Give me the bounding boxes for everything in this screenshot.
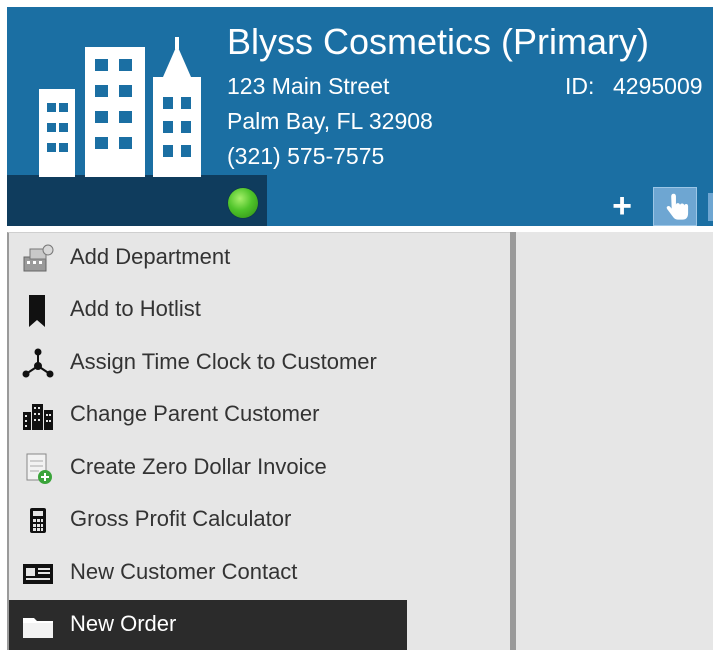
toolbar-overflow[interactable] [708, 193, 713, 221]
invoice-add-icon [26, 453, 52, 484]
menu-item-label: Gross Profit Calculator [70, 506, 292, 531]
calculator-icon [30, 508, 46, 533]
address-line-2: Palm Bay, FL 32908 [227, 108, 433, 134]
detail-panel [516, 232, 713, 650]
network-icon [22, 348, 54, 378]
menu-item-label: Change Parent Customer [70, 401, 320, 426]
customer-header: Blyss Cosmetics (Primary) 123 Main Stree… [7, 7, 713, 226]
department-icon [23, 244, 54, 272]
phone-number: (321) 575-7575 [227, 143, 385, 169]
menu-item-label: Assign Time Clock to Customer [70, 349, 377, 374]
menu-item-label: Add to Hotlist [70, 296, 201, 321]
folder-icon [23, 618, 53, 638]
menu-item-add-to-hotlist[interactable]: Add to Hotlist [9, 285, 407, 335]
menu-item-label: Create Zero Dollar Invoice [70, 454, 327, 479]
bookmark-icon [29, 295, 45, 327]
address-line-1: 123 Main Street [227, 73, 390, 99]
id-label: ID: [565, 73, 595, 99]
plus-icon[interactable]: + [607, 189, 637, 223]
menu-item-new-customer-contact[interactable]: New Customer Contact [9, 548, 407, 598]
customer-id: 4295009 [613, 73, 703, 99]
buildings-icon [23, 404, 53, 430]
menu-item-label: New Customer Contact [70, 559, 298, 584]
contact-card-icon [23, 564, 53, 584]
menu-item-label: New Order [70, 611, 177, 636]
hand-pointer-button[interactable] [653, 187, 697, 226]
menu-item-new-order[interactable]: New Order [9, 600, 407, 650]
buildings-icon [39, 37, 201, 177]
menu-item-create-zero-dollar-invoice[interactable]: Create Zero Dollar Invoice [9, 443, 407, 493]
menu-item-add-department[interactable]: Add Department [9, 233, 407, 283]
menu-item-change-parent-customer[interactable]: Change Parent Customer [9, 390, 407, 440]
company-name: Blyss Cosmetics (Primary) [227, 21, 650, 62]
status-indicator-icon [228, 188, 258, 218]
menu-item-label: Add Department [70, 244, 231, 269]
menu-item-assign-time-clock[interactable]: Assign Time Clock to Customer [9, 338, 407, 388]
hand-pointer-icon [666, 193, 689, 220]
menu-item-gross-profit-calculator[interactable]: Gross Profit Calculator [9, 495, 407, 545]
